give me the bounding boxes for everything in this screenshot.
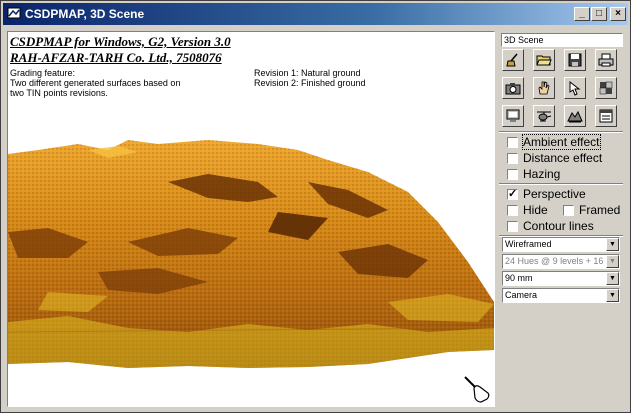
tool-button-helicopter[interactable] [533, 105, 555, 127]
tool-button-camera[interactable] [502, 77, 524, 99]
save-disk-icon [568, 53, 582, 67]
pointer-icon [569, 80, 581, 96]
revision-2-note: Revision 2: Finished ground [254, 78, 366, 88]
render-mode-value: Wireframed [505, 239, 552, 249]
hues-value: 24 Hues @ 9 levels + 16 [505, 256, 604, 266]
focal-length-value: 90 mm [505, 273, 533, 283]
grading-label: Grading feature: [10, 68, 76, 78]
contour-lines-checkbox[interactable]: Contour lines [507, 219, 594, 233]
window-icon [599, 109, 613, 123]
tool-button-open[interactable] [533, 49, 555, 71]
checkbox-box-checked[interactable] [507, 187, 518, 200]
maximize-button[interactable]: □ [591, 7, 607, 21]
grading-line-2: two TIN points revisions. [10, 88, 108, 98]
hide-label: Hide [523, 203, 548, 217]
distance-effect-checkbox[interactable]: Distance effect [507, 151, 602, 165]
hide-checkbox[interactable]: Hide [507, 203, 548, 217]
hues-select: 24 Hues @ 9 levels + 16 ▼ [502, 254, 620, 269]
broom-icon [506, 53, 518, 67]
distance-effect-label: Distance effect [523, 151, 603, 165]
tool-button-puzzle[interactable] [595, 77, 617, 99]
header-line-1: CSDPMAP for Windows, G2, Version 3.0 [10, 34, 231, 49]
puzzle-icon [599, 81, 613, 95]
ambient-effect-label: Ambient effect [522, 134, 601, 150]
tool-button-broom[interactable] [502, 49, 524, 71]
hand-pointer-icon [464, 376, 490, 403]
title-bar[interactable]: CSDPMAP, 3D Scene _ □ × [3, 3, 628, 25]
checkbox-box[interactable] [507, 221, 518, 232]
checkbox-box[interactable] [563, 205, 574, 216]
revision-1-note: Revision 1: Natural ground [254, 68, 361, 78]
contour-lines-label: Contour lines [523, 219, 594, 233]
checkbox-box[interactable] [507, 153, 518, 164]
focal-length-select[interactable]: 90 mm ▼ [502, 271, 620, 286]
close-button[interactable]: × [610, 7, 626, 21]
minimize-button[interactable]: _ [574, 7, 590, 21]
chevron-down-icon[interactable]: ▼ [606, 238, 619, 251]
framed-label: Framed [579, 203, 621, 217]
camera-icon [505, 83, 521, 95]
perspective-checkbox[interactable]: Perspective [507, 187, 586, 201]
chevron-down-icon[interactable]: ▼ [606, 289, 619, 302]
tool-button-print[interactable] [595, 49, 617, 71]
view-mode-select[interactable]: Camera ▼ [502, 288, 620, 303]
hazing-label: Hazing [523, 167, 561, 181]
ambient-effect-checkbox[interactable]: Ambient effect [507, 134, 601, 150]
perspective-label: Perspective [523, 187, 586, 201]
checkbox-box[interactable] [507, 137, 518, 148]
chevron-down-icon[interactable]: ▼ [606, 272, 619, 285]
helicopter-icon [537, 111, 552, 122]
tool-button-pointer[interactable] [564, 77, 586, 99]
hazing-checkbox[interactable]: Hazing [507, 167, 560, 181]
checkbox-box[interactable] [507, 205, 518, 216]
tool-button-window[interactable] [595, 105, 617, 127]
open-folder-icon [536, 55, 552, 66]
view-mode-value: Camera [505, 290, 538, 300]
header-line-2: RAH-AFZAR-TARH Co. Ltd., 7508076 [10, 50, 222, 65]
separator [499, 183, 623, 185]
window-title: CSDPMAP, 3D Scene [25, 7, 145, 21]
printer-icon [598, 53, 614, 67]
scene-name-field[interactable]: 3D Scene [501, 33, 623, 47]
control-panel: 3D Scene Ambient effect Distance effect … [499, 31, 627, 407]
tool-button-monitor[interactable] [502, 105, 524, 127]
app-window: CSDPMAP, 3D Scene _ □ × CSDPMAP for Wind… [0, 0, 631, 413]
app-icon [7, 7, 21, 19]
monitor-icon [506, 109, 520, 122]
tool-button-terrain[interactable] [564, 105, 586, 127]
grading-line-1: Two different generated surfaces based o… [10, 78, 181, 88]
tool-button-save[interactable] [564, 49, 586, 71]
scene-canvas[interactable]: CSDPMAP for Windows, G2, Version 3.0 RAH… [7, 31, 495, 407]
tool-button-hand[interactable] [533, 77, 555, 99]
chevron-down-icon: ▼ [606, 255, 619, 268]
checkbox-box[interactable] [507, 169, 518, 180]
hand-icon [538, 81, 550, 95]
separator [499, 131, 623, 133]
terrain-icon [567, 110, 583, 123]
render-mode-select[interactable]: Wireframed ▼ [502, 237, 620, 252]
framed-checkbox[interactable]: Framed [563, 203, 620, 217]
